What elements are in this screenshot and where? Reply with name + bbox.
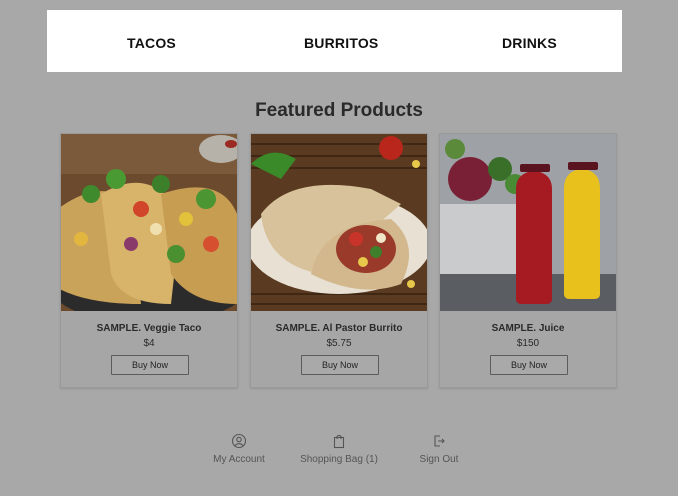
nav-item-drinks[interactable]: DRINKS [502,10,557,72]
nav-item-tacos[interactable]: TACOS [127,10,176,72]
sign-out-icon [389,433,489,449]
buy-now-button[interactable]: Buy Now [490,355,568,375]
product-image-burrito[interactable] [251,134,427,311]
product-card: SAMPLE. Veggie Taco $4 Buy Now [60,133,238,388]
buy-now-button[interactable]: Buy Now [301,355,379,375]
product-card: SAMPLE. Juice $150 Buy Now [439,133,617,388]
page: TACOS BURRITOS DRINKS Featured Products [0,0,678,496]
section-title: Featured Products [255,100,423,121]
product-card: SAMPLE. Al Pastor Burrito $5.75 Buy Now [250,133,428,388]
product-image-tacos[interactable] [61,134,237,311]
footer-my-account[interactable]: My Account [189,433,289,465]
product-price: $4 [143,338,155,349]
footer-label: Sign Out [419,454,459,465]
product-name: SAMPLE. Juice [491,323,565,334]
product-price: $5.75 [326,338,352,349]
user-circle-icon [189,433,289,449]
product-image-juice[interactable] [440,134,616,311]
product-price: $150 [516,338,540,349]
top-nav: TACOS BURRITOS DRINKS [47,10,622,72]
buy-now-button[interactable]: Buy Now [111,355,189,375]
footer-shopping-bag[interactable]: Shopping Bag (1) [289,433,389,465]
footer-label: Shopping Bag (1) [300,454,378,465]
nav-item-burritos[interactable]: BURRITOS [304,10,378,72]
footer-label: My Account [213,454,265,465]
footer-sign-out[interactable]: Sign Out [389,433,489,465]
shopping-bag-icon [289,433,389,449]
product-name: SAMPLE. Al Pastor Burrito [275,323,403,334]
product-name: SAMPLE. Veggie Taco [96,323,202,334]
